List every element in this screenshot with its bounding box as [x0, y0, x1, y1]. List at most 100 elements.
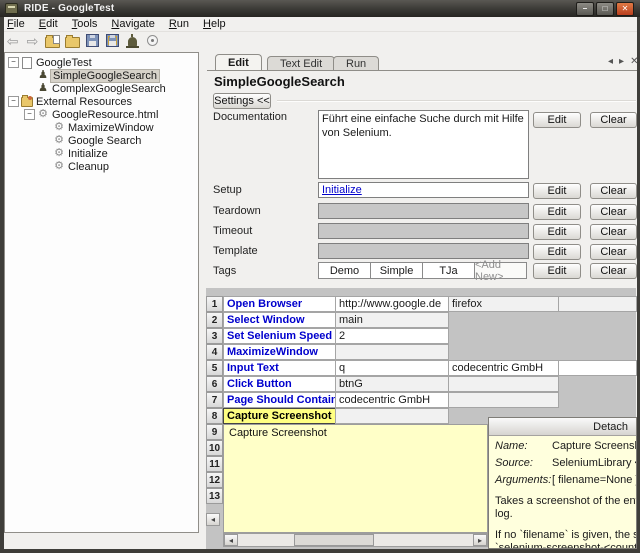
row-number[interactable]: 8 — [206, 408, 223, 424]
row-number[interactable]: 3 — [206, 328, 223, 344]
row-number[interactable]: 5 — [206, 360, 223, 376]
tree-item-complexgooglesearch[interactable]: ♟ComplexGoogleSearch — [5, 82, 198, 95]
expand-collapse-icon[interactable]: − — [8, 96, 19, 107]
tab-text-edit[interactable]: Text Edit — [267, 56, 335, 70]
run-bell-icon[interactable] — [124, 33, 141, 48]
setup-keyword-link[interactable]: Initialize — [322, 184, 362, 196]
argument-cell[interactable]: btnG — [335, 376, 449, 392]
clear-button[interactable]: Clear — [590, 204, 637, 220]
clear-button[interactable]: Clear — [590, 112, 637, 128]
keyword-cell[interactable]: Set Selenium Speed — [223, 328, 336, 344]
menu-file[interactable]: File — [0, 18, 32, 30]
app-icon — [5, 3, 18, 14]
edit-button[interactable]: Edit — [533, 263, 581, 279]
keyword-cell[interactable]: Select Window — [223, 312, 336, 328]
tree-item-initialize[interactable]: ⚙Initialize — [5, 147, 198, 160]
documentation-field[interactable]: Führt eine einfache Suche durch mit Hilf… — [318, 110, 529, 179]
keyword-cell[interactable]: Capture Screenshot — [223, 408, 336, 424]
row-number[interactable]: 12 — [206, 472, 223, 488]
tree-item-external-resources[interactable]: −External Resources — [5, 95, 198, 108]
save-icon[interactable] — [84, 33, 101, 48]
save-all-icon[interactable] — [104, 33, 121, 48]
menu-help[interactable]: Help — [196, 18, 233, 30]
edit-button[interactable]: Edit — [533, 112, 581, 128]
clear-button[interactable]: Clear — [590, 263, 637, 279]
tag-cell[interactable]: Demo — [318, 262, 371, 279]
keyword-cell[interactable]: Open Browser — [223, 296, 336, 312]
forward-icon[interactable]: ⇨ — [24, 33, 41, 48]
tag-cell[interactable]: Simple — [370, 262, 423, 279]
expand-collapse-icon[interactable]: − — [8, 57, 19, 68]
edit-button[interactable]: Edit — [533, 183, 581, 199]
tree-item-googletest[interactable]: −GoogleTest — [5, 56, 198, 69]
argument-cell[interactable] — [558, 360, 637, 376]
row-number[interactable]: 6 — [206, 376, 223, 392]
scroll-left-icon[interactable]: ◂ — [224, 534, 238, 546]
row-number[interactable]: 11 — [206, 456, 223, 472]
row-number[interactable]: 7 — [206, 392, 223, 408]
keyword-cell[interactable]: MaximizeWindow — [223, 344, 336, 360]
tag-cell[interactable]: TJa — [422, 262, 475, 279]
argument-cell[interactable]: http://www.google.de — [335, 296, 449, 312]
back-icon[interactable]: ⇦ — [4, 33, 21, 48]
row-number[interactable]: 13 — [206, 488, 223, 504]
keyword-cell[interactable]: Page Should Contain — [223, 392, 336, 408]
menu-edit[interactable]: Edit — [32, 18, 65, 30]
title-bar[interactable]: RIDE - GoogleTest – □ ✕ — [0, 0, 640, 17]
row-number[interactable]: 2 — [206, 312, 223, 328]
open-directory-icon[interactable] — [64, 33, 81, 48]
tree-item-simplegooglesearch[interactable]: ♟SimpleGoogleSearch — [5, 69, 198, 82]
tree-item-cleanup[interactable]: ⚙Cleanup — [5, 160, 198, 173]
autocomplete-item[interactable]: Capture Screenshot — [224, 425, 487, 440]
row-number[interactable]: 9 — [206, 424, 223, 440]
argument-cell[interactable]: q — [335, 360, 449, 376]
setup-field[interactable]: Initialize — [318, 182, 529, 198]
row-number[interactable]: 4 — [206, 344, 223, 360]
add-new-tag-cell[interactable]: <Add New> — [474, 262, 527, 279]
argument-cell[interactable] — [558, 296, 637, 312]
argument-cell[interactable]: codecentric GmbH — [448, 360, 559, 376]
tab-scroll-right-icon[interactable]: ▸ — [619, 56, 624, 67]
row-number[interactable]: 10 — [206, 440, 223, 456]
clear-button[interactable]: Clear — [590, 224, 637, 240]
argument-cell[interactable]: main — [335, 312, 449, 328]
tab-scroll-left-icon[interactable]: ◂ — [608, 56, 613, 67]
tree-item-googleresource-html[interactable]: −⚙GoogleResource.html — [5, 108, 198, 121]
settings-toggle-button[interactable]: Settings << — [213, 93, 271, 109]
keyword-cell[interactable]: Click Button — [223, 376, 336, 392]
maximize-button[interactable]: □ — [596, 2, 614, 16]
detach-button[interactable]: Detach — [593, 421, 628, 433]
argument-cell[interactable] — [335, 344, 449, 360]
tree-item-google-search[interactable]: ⚙Google Search — [5, 134, 198, 147]
doc-paragraph-line: Takes a screenshot of the entire screen — [495, 495, 636, 508]
tree-item-maximizewindow[interactable]: ⚙MaximizeWindow — [5, 121, 198, 134]
scroll-right-icon[interactable]: ▸ — [473, 534, 487, 546]
record-icon[interactable] — [144, 33, 161, 48]
argument-cell[interactable] — [448, 392, 559, 408]
edit-button[interactable]: Edit — [533, 244, 581, 260]
menu-navigate[interactable]: Navigate — [104, 18, 161, 30]
doc-field: Arguments:[ filename=None ] — [495, 474, 636, 487]
minimize-button[interactable]: – — [576, 2, 594, 16]
open-suite-icon[interactable] — [44, 33, 61, 48]
menu-tools[interactable]: Tools — [65, 18, 105, 30]
argument-cell[interactable] — [335, 408, 449, 424]
close-button[interactable]: ✕ — [616, 2, 634, 16]
edit-button[interactable]: Edit — [533, 224, 581, 240]
clear-button[interactable]: Clear — [590, 244, 637, 260]
keyword-cell[interactable]: Input Text — [223, 360, 336, 376]
clear-button[interactable]: Clear — [590, 183, 637, 199]
test-case-title: SimpleGoogleSearch — [214, 74, 345, 89]
menu-run[interactable]: Run — [162, 18, 196, 30]
grid-scroll-left-icon[interactable]: ◂ — [206, 513, 220, 526]
expand-collapse-icon[interactable]: − — [24, 109, 35, 120]
row-number[interactable]: 1 — [206, 296, 223, 312]
argument-cell[interactable]: 2 — [335, 328, 449, 344]
tab-edit[interactable]: Edit — [215, 54, 262, 70]
argument-cell[interactable]: firefox — [448, 296, 559, 312]
scrollbar-thumb[interactable] — [294, 534, 374, 546]
tab-run[interactable]: Run — [333, 56, 379, 70]
argument-cell[interactable]: codecentric GmbH — [335, 392, 449, 408]
argument-cell[interactable] — [448, 376, 559, 392]
edit-button[interactable]: Edit — [533, 204, 581, 220]
